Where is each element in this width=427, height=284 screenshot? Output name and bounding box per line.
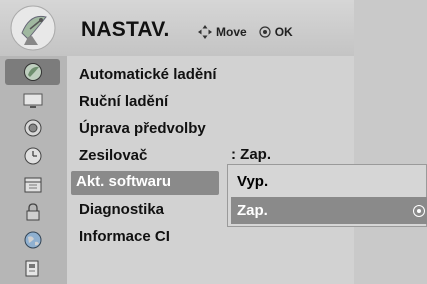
sidebar-item-time[interactable] <box>5 143 60 169</box>
picture-icon <box>23 93 42 108</box>
radio-selected-icon <box>413 205 425 217</box>
ok-button-icon <box>259 26 271 38</box>
software-update-options: Vyp. Zap. <box>227 164 427 227</box>
move-arrows-icon <box>198 25 212 39</box>
menu-item-manual-tuning[interactable]: Ruční ladění <box>79 91 168 113</box>
booster-value: : Zap. <box>231 146 271 163</box>
option-off[interactable]: Vyp. <box>231 168 427 195</box>
sidebar-item-picture[interactable] <box>5 87 60 113</box>
calendar-icon <box>24 177 41 193</box>
setup-menu: NASTAV. Move OK Automatické ladění Ruční… <box>0 0 427 284</box>
globe-icon <box>24 231 41 249</box>
sidebar-item-support[interactable] <box>5 227 60 253</box>
clock-icon <box>24 147 41 165</box>
sidebar-item-usb[interactable] <box>5 255 60 281</box>
menu-item-auto-tuning[interactable]: Automatické ladění <box>79 64 217 86</box>
hint-ok-label: OK <box>274 25 293 39</box>
option-off-label: Vyp. <box>237 173 269 190</box>
category-sidebar <box>0 56 67 284</box>
usb-icon <box>25 260 38 277</box>
page-title: NASTAV. <box>81 18 170 41</box>
lock-icon <box>26 203 39 221</box>
menu-item-diagnostics[interactable]: Diagnostika <box>79 199 164 221</box>
menu-item-ci-information[interactable]: Informace CI <box>79 226 170 248</box>
menu-item-software-update[interactable]: Akt. softwaru <box>71 171 219 195</box>
hint-move-label: Move <box>216 25 247 39</box>
option-on-label: Zap. <box>237 202 268 219</box>
option-on[interactable]: Zap. <box>231 197 427 224</box>
navigation-hint: Move OK <box>198 24 293 40</box>
menu-item-programme-edit[interactable]: Úprava předvolby <box>79 118 206 140</box>
menu-item-booster[interactable]: Zesilovač <box>79 145 147 167</box>
dish-icon <box>23 63 42 81</box>
sidebar-item-option[interactable] <box>5 171 60 197</box>
speaker-icon <box>24 119 41 137</box>
sidebar-item-lock[interactable] <box>5 199 60 225</box>
menu-header: NASTAV. Move OK <box>0 0 354 56</box>
satellite-dish-icon <box>8 3 58 53</box>
sidebar-item-audio[interactable] <box>5 115 60 141</box>
sidebar-item-setup[interactable] <box>5 59 60 85</box>
